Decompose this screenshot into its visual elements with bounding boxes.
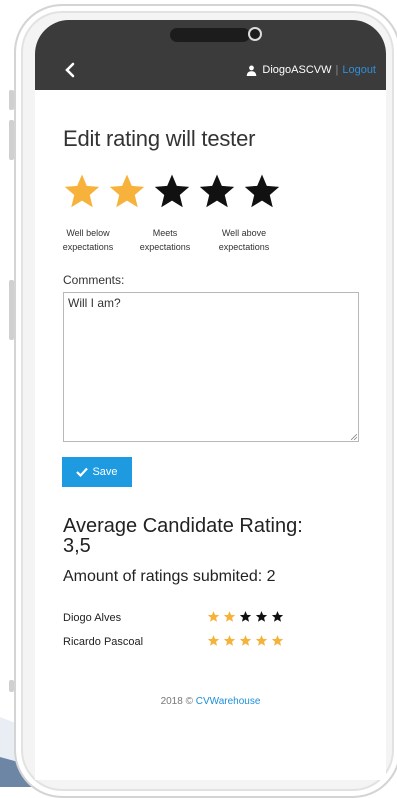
label-line: Well above — [221, 228, 267, 238]
comments-textarea[interactable] — [63, 292, 359, 442]
star-icon — [255, 611, 268, 622]
rater-name: Diogo Alves — [63, 612, 122, 624]
save-label: Save — [92, 466, 118, 478]
phone-speaker — [170, 28, 250, 42]
save-button[interactable]: Save — [62, 457, 132, 487]
star-icon — [239, 611, 252, 622]
username[interactable]: DiogoASCVW — [262, 64, 331, 76]
star-icon — [271, 611, 284, 622]
page-title: Edit rating will tester — [63, 126, 256, 151]
star-icon — [255, 635, 268, 646]
top-navbar: DiogoASCVW | Logout — [35, 20, 386, 90]
phone-screen: DiogoASCVW | Logout Edit rating will tes… — [35, 20, 386, 780]
star-icon[interactable] — [62, 172, 102, 210]
rating-list-item: Diogo Alves — [63, 610, 353, 630]
comments-label: Comments: — [63, 273, 125, 287]
star-icon[interactable] — [197, 172, 237, 210]
label-line: expectations — [139, 242, 191, 252]
average-rating: Average Candidate Rating: 3,5 — [63, 516, 363, 556]
chevron-left-icon[interactable] — [61, 60, 81, 80]
user-menu: DiogoASCVW | Logout — [246, 64, 376, 76]
rating-list-item: Ricardo Pascoal — [63, 634, 353, 654]
rating-label-low: Well below expectations — [53, 226, 123, 254]
separator: | — [335, 64, 339, 76]
resize-grip-icon[interactable] — [351, 434, 357, 440]
rating-label-high: Well above expectations — [208, 226, 280, 254]
user-icon — [247, 65, 257, 76]
label-line: Meets — [152, 228, 178, 238]
star-icon — [223, 611, 236, 622]
label-line: Well below — [66, 228, 110, 238]
rating-label-mid: Meets expectations — [130, 226, 200, 254]
label-line: expectations — [218, 242, 270, 252]
star-icon — [271, 635, 284, 646]
rater-stars — [207, 634, 287, 647]
copyright-text: 2018 © — [160, 696, 193, 707]
star-icon — [239, 635, 252, 646]
page-header: Edit rating will tester — [63, 124, 363, 154]
star-icon — [207, 611, 220, 622]
cvwarehouse-link[interactable]: CVWarehouse — [196, 696, 261, 707]
ratings-count: Amount of ratings submited: 2 — [63, 568, 276, 585]
star-icon[interactable] — [242, 172, 282, 210]
star-icon — [223, 635, 236, 646]
star-icon[interactable] — [152, 172, 192, 210]
rater-stars — [207, 610, 287, 623]
rater-name: Ricardo Pascoal — [63, 636, 144, 648]
average-rating-value: 3,5 — [63, 535, 91, 557]
rating-input[interactable] — [62, 172, 287, 210]
check-icon — [76, 467, 89, 477]
star-icon — [207, 635, 220, 646]
average-rating-label: Average Candidate Rating: — [63, 515, 303, 537]
logout-link[interactable]: Logout — [342, 64, 376, 76]
label-line: expectations — [62, 242, 114, 252]
star-icon[interactable] — [107, 172, 147, 210]
phone-camera — [248, 27, 262, 41]
footer: 2018 © CVWarehouse — [35, 696, 386, 707]
